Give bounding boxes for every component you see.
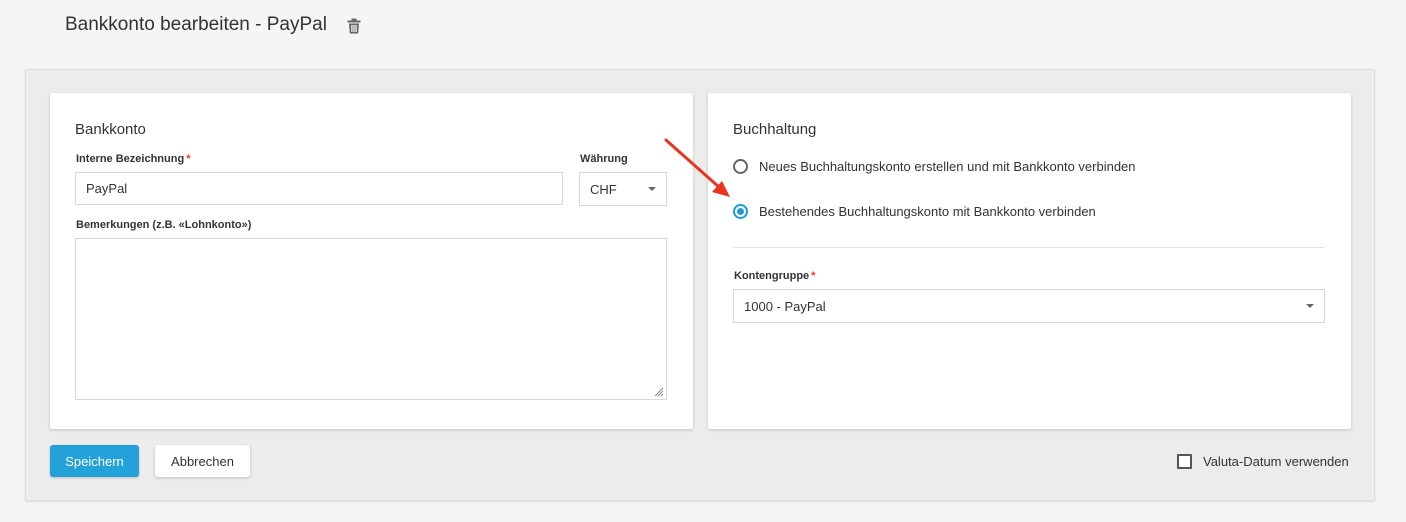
trash-icon[interactable]: [347, 18, 361, 34]
cancel-button[interactable]: Abbrechen: [155, 445, 250, 477]
value-date-label: Valuta-Datum verwenden: [1203, 454, 1349, 469]
page-title: Bankkonto bearbeiten - PayPal: [65, 14, 327, 35]
resize-handle-icon[interactable]: [654, 387, 664, 397]
chevron-down-icon: [1306, 304, 1314, 308]
section-divider: [733, 247, 1325, 248]
radio-existing-account[interactable]: Bestehendes Buchhaltungskonto mit Bankko…: [733, 204, 1096, 219]
account-group-label: Kontengruppe *: [734, 270, 816, 282]
internal-name-input[interactable]: PayPal: [75, 172, 563, 205]
remarks-textarea[interactable]: [75, 238, 667, 400]
annotation-arrow-icon: [664, 138, 730, 197]
bankkonto-card: Bankkonto Interne Bezeichnung * PayPal Wä…: [50, 93, 693, 429]
save-button[interactable]: Speichern: [50, 445, 139, 477]
radio-new-account-label: Neues Buchhaltungskonto erstellen und mi…: [759, 159, 1136, 174]
account-group-value: 1000 - PayPal: [744, 298, 826, 314]
bankkonto-title: Bankkonto: [75, 121, 146, 138]
buchhaltung-title: Buchhaltung: [733, 121, 817, 138]
account-group-select[interactable]: 1000 - PayPal: [733, 289, 1325, 323]
value-date-checkbox[interactable]: [1177, 454, 1192, 469]
currency-value: CHF: [590, 181, 617, 197]
internal-name-label: Interne Bezeichnung *: [76, 153, 191, 165]
buchhaltung-card: Buchhaltung Neues Buchhaltungskonto erst…: [708, 93, 1351, 429]
chevron-down-icon: [648, 187, 656, 191]
radio-new-account-control[interactable]: [733, 159, 748, 174]
value-date-option[interactable]: Valuta-Datum verwenden: [1177, 454, 1349, 469]
radio-new-account[interactable]: Neues Buchhaltungskonto erstellen und mi…: [733, 159, 1136, 174]
radio-existing-account-control[interactable]: [733, 204, 748, 219]
page-header: Bankkonto bearbeiten - PayPal: [65, 14, 361, 36]
edit-form-panel: Bankkonto Interne Bezeichnung * PayPal Wä…: [25, 69, 1375, 501]
radio-existing-account-label: Bestehendes Buchhaltungskonto mit Bankko…: [759, 204, 1096, 219]
currency-select[interactable]: CHF: [579, 172, 667, 206]
currency-label: Währung: [580, 153, 628, 165]
remarks-label: Bemerkungen (z.B. «Lohnkonto»): [76, 219, 252, 231]
